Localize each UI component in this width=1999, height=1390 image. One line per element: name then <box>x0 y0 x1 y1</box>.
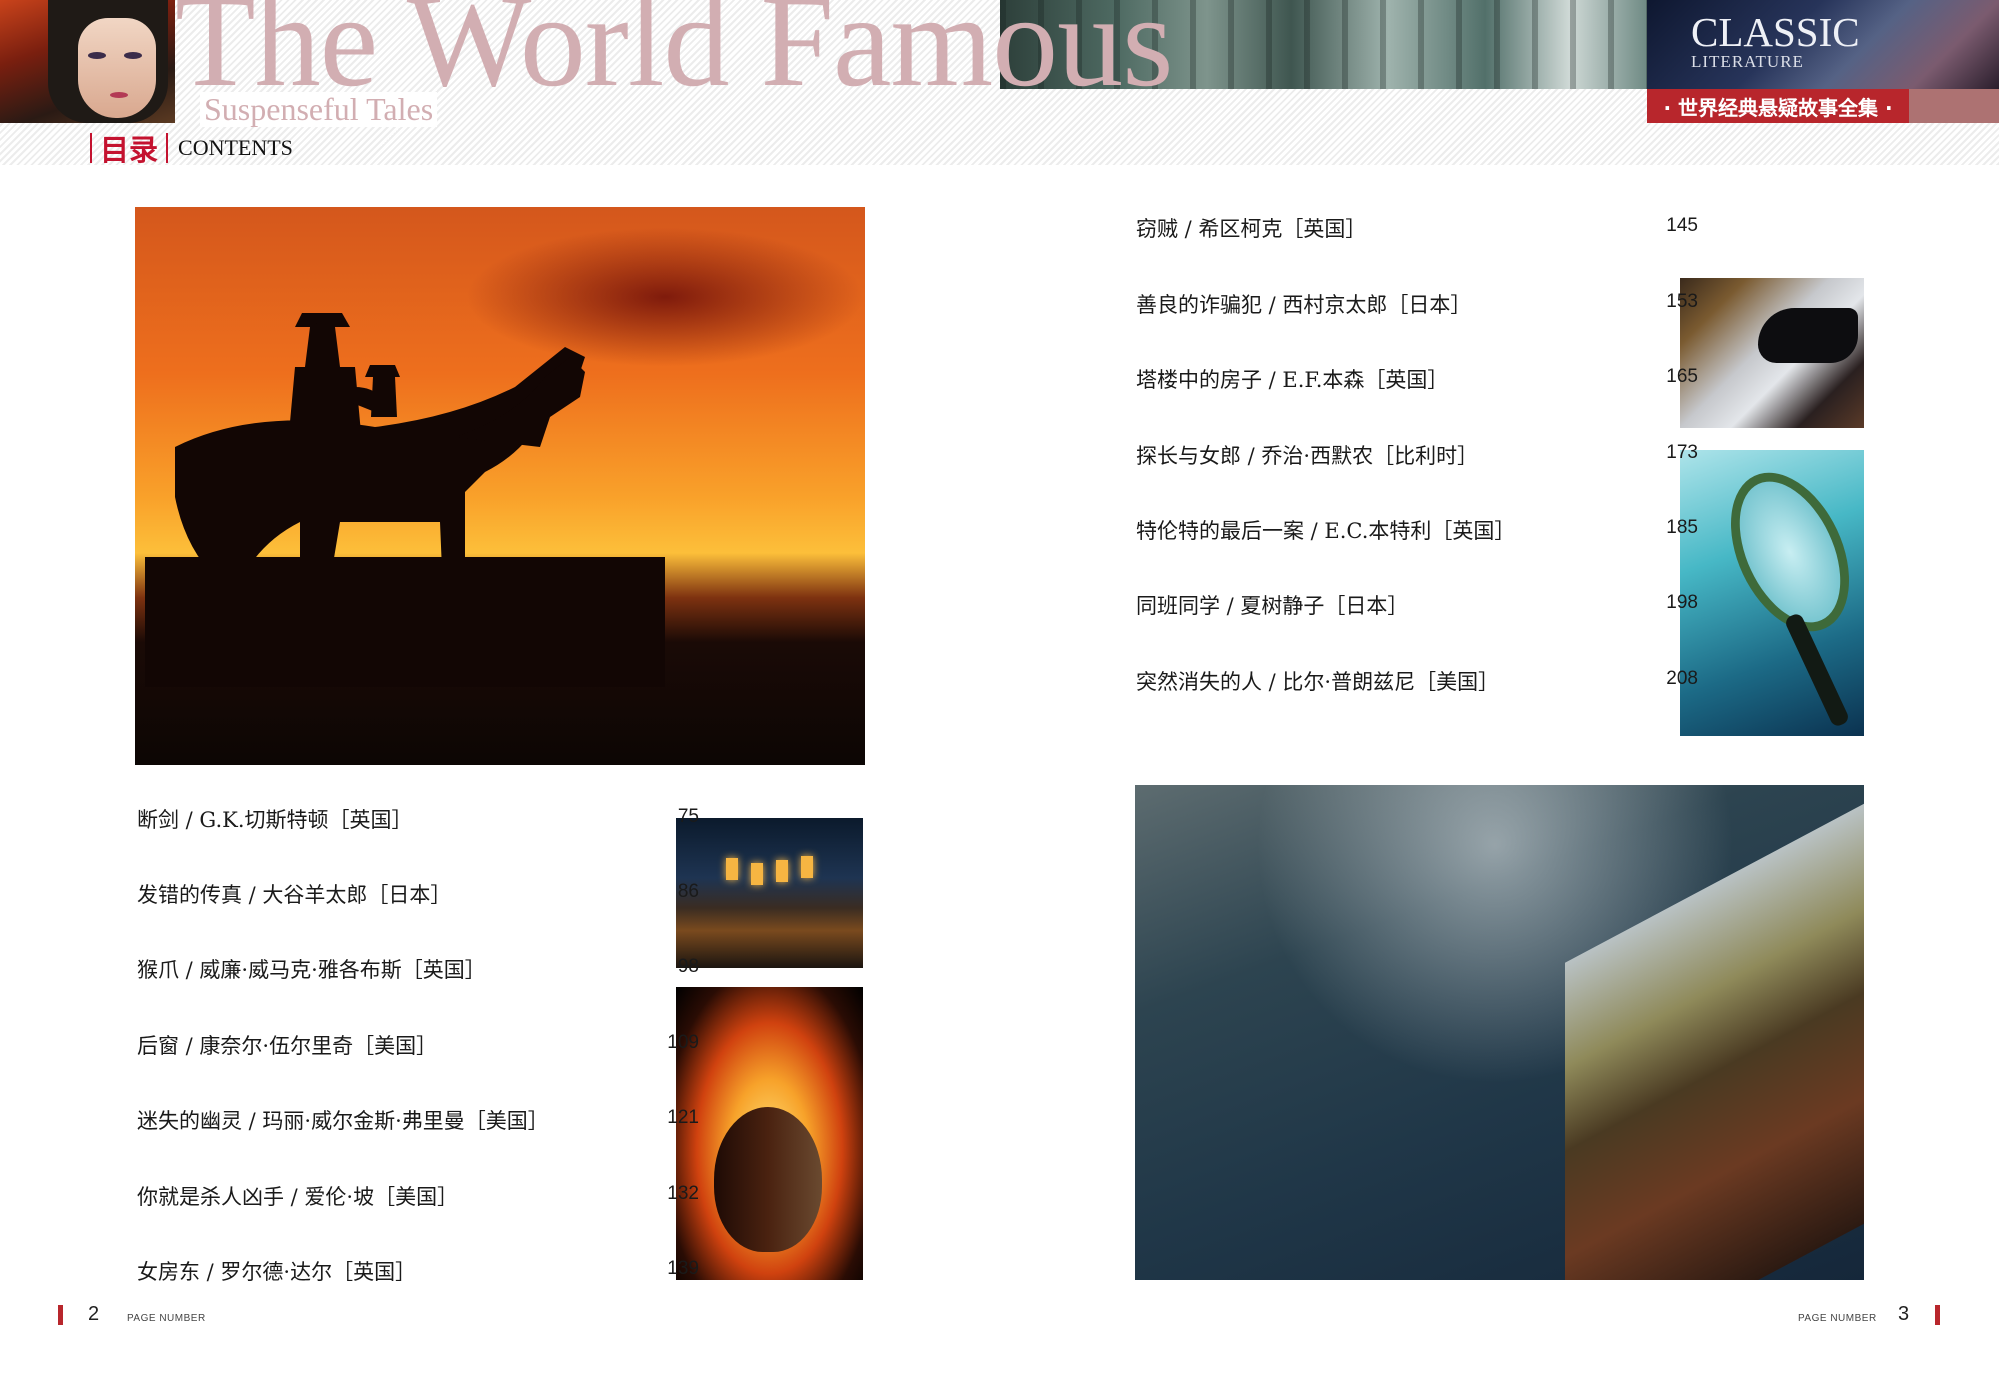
toc-entry-page: 185 <box>1666 517 1698 538</box>
toc-entry[interactable]: 探长与女郎 / 乔治·西默农［比利时］ 173 <box>1136 440 1706 474</box>
horse-riders-silhouette <box>145 313 665 687</box>
toc-entry[interactable]: 女房东 / 罗尔德·达尔［英国］ 139 <box>137 1256 707 1290</box>
toc-entry-title: 特伦特的最后一案 / E.C.本特利［英国］ <box>1136 519 1516 543</box>
foggy-building-photo <box>1135 785 1864 1280</box>
toc-entry-title: 善良的诈骗犯 / 西村京太郎［日本］ <box>1136 293 1472 317</box>
literature-label: LITERATURE <box>1691 52 1804 71</box>
toc-entry-page: 173 <box>1666 442 1698 463</box>
toc-entry-page: 208 <box>1666 668 1698 689</box>
banner-tail <box>1909 89 1999 123</box>
toc-entry[interactable]: 善良的诈骗犯 / 西村京太郎［日本］ 153 <box>1136 289 1706 323</box>
toc-entry[interactable]: 特伦特的最后一案 / E.C.本特利［英国］ 185 <box>1136 515 1706 549</box>
toc-entry-title: 迷失的幽灵 / 玛丽·威尔金斯·弗里曼［美国］ <box>137 1109 549 1133</box>
header-girl-illustration <box>0 0 175 123</box>
toc-entry[interactable]: 断剑 / G.K.切斯特顿［英国］ 75 <box>137 804 707 838</box>
right-page-number: 3 <box>1898 1303 1910 1325</box>
left-page-number: 2 <box>88 1303 100 1325</box>
toc-entry[interactable]: 发错的传真 / 大谷羊太郎［日本］ 86 <box>137 879 707 913</box>
footer-marker-left <box>58 1305 63 1325</box>
toc-entry-page: 153 <box>1666 291 1698 312</box>
toc-entry[interactable]: 窃贼 / 希区柯克［英国］ 145 <box>1136 213 1706 247</box>
contents-heading-cn: 目录 <box>100 133 159 167</box>
toc-entry[interactable]: 突然消失的人 / 比尔·普朗兹尼［美国］ 208 <box>1136 666 1706 700</box>
magnifying-glass-photo <box>1680 450 1864 736</box>
toc-entry[interactable]: 迷失的幽灵 / 玛丽·威尔金斯·弗里曼［美国］ 121 <box>137 1105 707 1139</box>
footer-marker-right <box>1935 1305 1940 1325</box>
divider <box>90 133 92 163</box>
toc-entry-title: 探长与女郎 / 乔治·西默农［比利时］ <box>1136 444 1479 468</box>
magazine-subtitle: Suspenseful Tales <box>200 91 438 128</box>
page-number-label-left: PAGE NUMBER <box>127 1313 206 1324</box>
toc-entry-page: 98 <box>677 956 699 977</box>
toc-entry-page: 75 <box>677 806 699 827</box>
toc-entry-page: 145 <box>1666 215 1698 236</box>
toc-entry-page: 121 <box>667 1107 699 1128</box>
toc-entry[interactable]: 同班同学 / 夏树静子［日本］ 198 <box>1136 590 1706 624</box>
toc-entry[interactable]: 猴爪 / 威廉·威马克·雅各布斯［英国］ 98 <box>137 954 707 988</box>
toc-entry-title: 发错的传真 / 大谷羊太郎［日本］ <box>137 883 452 907</box>
contents-heading-en: CONTENTS <box>178 135 293 160</box>
toc-entry-page: 198 <box>1666 592 1698 613</box>
toc-entry-page: 165 <box>1666 366 1698 387</box>
toc-entry-title: 塔楼中的房子 / E.F.本森［英国］ <box>1136 368 1449 392</box>
toc-entry[interactable]: 你就是杀人凶手 / 爱伦·坡［美国］ 132 <box>137 1181 707 1215</box>
toc-entry-title: 突然消失的人 / 比尔·普朗兹尼［美国］ <box>1136 670 1500 694</box>
classic-label: CLASSIC <box>1691 9 1860 55</box>
page-number-label-right: PAGE NUMBER <box>1798 1313 1877 1324</box>
series-name-banner: · 世界经典悬疑故事全集 · <box>1647 89 1909 123</box>
gloved-hand-jewelry-photo <box>1680 278 1864 428</box>
cowboys-sunset-photo <box>135 207 865 765</box>
contents-heading: 目录 CONTENTS <box>82 130 293 167</box>
toc-entry-title: 断剑 / G.K.切斯特顿［英国］ <box>137 808 413 832</box>
toc-entry-title: 你就是杀人凶手 / 爱伦·坡［美国］ <box>137 1185 459 1209</box>
toc-entry-page: 109 <box>667 1032 699 1053</box>
toc-entry-title: 猴爪 / 威廉·威马克·雅各布斯［英国］ <box>137 958 486 982</box>
toc-entry[interactable]: 后窗 / 康奈尔·伍尔里奇［美国］ 109 <box>137 1030 707 1064</box>
toc-entry-title: 后窗 / 康奈尔·伍尔里奇［美国］ <box>137 1034 438 1058</box>
toc-entry-title: 窃贼 / 希区柯克［英国］ <box>1136 217 1367 241</box>
divider <box>166 133 169 163</box>
toc-entry-title: 女房东 / 罗尔德·达尔［英国］ <box>137 1260 417 1284</box>
toc-entry-page: 86 <box>677 881 699 902</box>
toc-entry-title: 同班同学 / 夏树静子［日本］ <box>1136 594 1409 618</box>
toc-entry[interactable]: 塔楼中的房子 / E.F.本森［英国］ 165 <box>1136 364 1706 398</box>
toc-entry-page: 132 <box>667 1183 699 1204</box>
classic-literature-badge: CLASSIC LITERATURE <box>1647 0 1999 89</box>
toc-entry-page: 139 <box>667 1258 699 1279</box>
